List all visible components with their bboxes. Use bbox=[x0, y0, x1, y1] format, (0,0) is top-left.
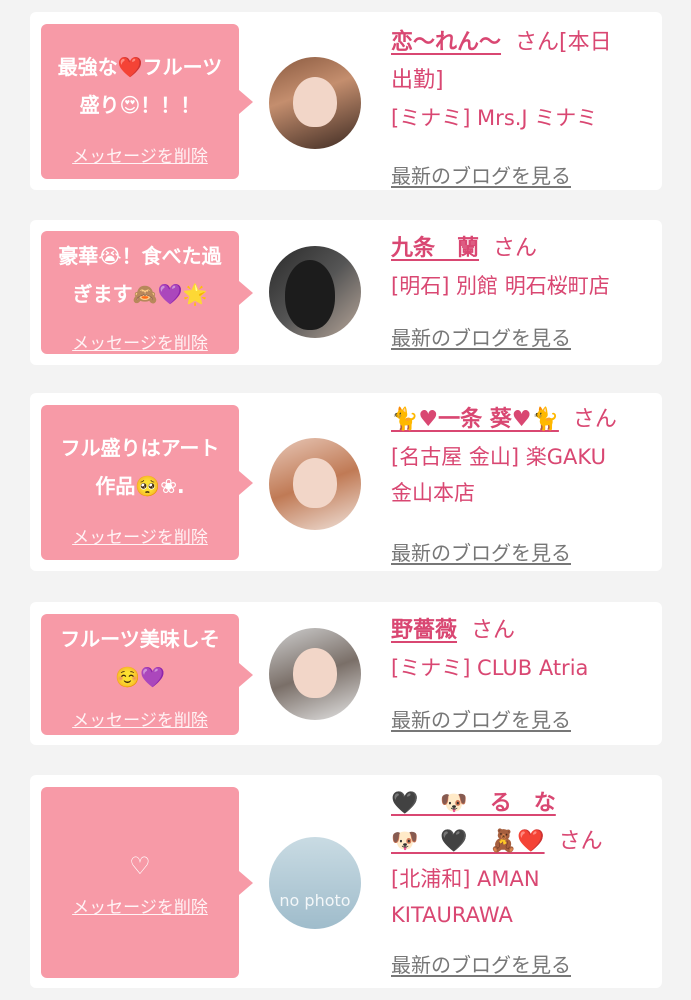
message-text: 最強な❤️フルーツ 盛り😍！！！ bbox=[49, 48, 231, 124]
blog-link[interactable]: 最新のブログを見る bbox=[391, 949, 571, 978]
message-card: フル盛りはアート 作品🥺❀. メッセージを削除 🐈♥一条 葵♥🐈 さん [名古屋 … bbox=[30, 393, 662, 571]
delete-message-link[interactable]: メッセージを削除 bbox=[41, 523, 239, 548]
shop-name-line-2: 金山本店 bbox=[391, 481, 475, 505]
shop-name-line-2: KITAURAWA bbox=[391, 903, 513, 927]
cast-name-link-2[interactable]: 🐶 🖤 🧸❤️ bbox=[391, 829, 545, 854]
shop-name: [ミナミ] Mrs.J ミナミ bbox=[391, 106, 598, 130]
avatar-face bbox=[285, 260, 335, 330]
shop-name: [ミナミ] CLUB Atria bbox=[391, 656, 589, 680]
message-line: フル盛りはアート bbox=[60, 436, 220, 460]
name-line-2: 🐶 🖤 🧸❤️ さん bbox=[391, 823, 652, 861]
name-line: 九条 蘭さん bbox=[391, 230, 652, 268]
cast-info: 九条 蘭さん [明石] 別館 明石桜町店 最新のブログを見る bbox=[391, 230, 652, 350]
message-line: ぎます🙈💜🌟 bbox=[72, 282, 208, 306]
honorific: さん bbox=[493, 236, 538, 261]
message-line: 盛り😍！！！ bbox=[79, 93, 201, 117]
message-bubble: 最強な❤️フルーツ 盛り😍！！！ メッセージを削除 bbox=[41, 24, 253, 179]
cast-info: 🐈♥一条 葵♥🐈 さん [名古屋 金山] 楽GAKU 金山本店 最新のブログを見る bbox=[391, 401, 652, 565]
avatar-face bbox=[293, 648, 337, 698]
cast-info: 🖤 🐶 る な 🐶 🖤 🧸❤️ さん [北浦和] AMAN KITAURAWA 最… bbox=[391, 785, 652, 977]
message-line: フルーツ美味しそ bbox=[60, 627, 220, 651]
message-line: 最強な❤️フルーツ bbox=[57, 55, 223, 79]
honorific: さん[本日 bbox=[515, 30, 612, 55]
delete-message-link[interactable]: メッセージを削除 bbox=[41, 329, 239, 354]
shop-name: [名古屋 金山] 楽GAKU bbox=[391, 445, 606, 469]
shop-name: [明石] 別館 明石桜町店 bbox=[391, 274, 610, 298]
cast-info: 野薔薇 さん [ミナミ] CLUB Atria 最新のブログを見る bbox=[391, 612, 652, 732]
message-line: ☺️💜 bbox=[115, 665, 165, 689]
message-text: フルーツ美味しそ ☺️💜 bbox=[49, 620, 231, 696]
name-line: 野薔薇 さん bbox=[391, 612, 652, 650]
blog-link[interactable]: 最新のブログを見る bbox=[391, 160, 571, 189]
cast-name-link[interactable]: 野薔薇 bbox=[391, 618, 457, 643]
name-line: 恋〜れん〜 さん[本日 bbox=[391, 24, 652, 62]
avatar[interactable] bbox=[269, 438, 361, 530]
honorific: さん bbox=[572, 407, 617, 432]
avatar[interactable] bbox=[269, 246, 361, 338]
message-text: 豪華😭！食べた過 ぎます🙈💜🌟 bbox=[49, 237, 231, 313]
message-bubble: フル盛りはアート 作品🥺❀. メッセージを削除 bbox=[41, 405, 253, 560]
honorific: さん bbox=[558, 829, 603, 854]
no-photo-label: no photo bbox=[279, 891, 351, 910]
cast-name-link[interactable]: 🐈♥一条 葵♥🐈 bbox=[391, 407, 559, 432]
honorific: さん bbox=[471, 618, 516, 643]
blog-link[interactable]: 最新のブログを見る bbox=[391, 537, 571, 566]
avatar[interactable] bbox=[269, 57, 361, 149]
message-card: 最強な❤️フルーツ 盛り😍！！！ メッセージを削除 恋〜れん〜 さん[本日 出勤]… bbox=[30, 12, 662, 190]
cast-name-link[interactable]: 恋〜れん〜 bbox=[391, 30, 501, 55]
message-card: ♡ メッセージを削除 no photo 🖤 🐶 る な 🐶 🖤 🧸❤️ さん [北… bbox=[30, 775, 662, 988]
message-line: 作品🥺❀. bbox=[95, 474, 185, 498]
blog-link[interactable]: 最新のブログを見る bbox=[391, 704, 571, 733]
blog-link[interactable]: 最新のブログを見る bbox=[391, 322, 571, 351]
message-line: 豪華😭！食べた過 bbox=[58, 244, 222, 268]
delete-message-link[interactable]: メッセージを削除 bbox=[41, 893, 239, 918]
name-line: 🐈♥一条 葵♥🐈 さん bbox=[391, 401, 652, 439]
avatar[interactable] bbox=[269, 628, 361, 720]
delete-message-link[interactable]: メッセージを削除 bbox=[41, 142, 239, 167]
message-text: フル盛りはアート 作品🥺❀. bbox=[49, 429, 231, 505]
message-bubble: 豪華😭！食べた過 ぎます🙈💜🌟 メッセージを削除 bbox=[41, 231, 253, 354]
avatar[interactable]: no photo bbox=[269, 837, 361, 929]
name-line-2: 出勤] bbox=[391, 68, 444, 93]
cast-info: 恋〜れん〜 さん[本日 出勤] [ミナミ] Mrs.J ミナミ 最新のブログを見る bbox=[391, 24, 652, 188]
avatar-face bbox=[293, 458, 337, 508]
shop-name: [北浦和] AMAN bbox=[391, 867, 540, 891]
message-bubble: フルーツ美味しそ ☺️💜 メッセージを削除 bbox=[41, 614, 253, 735]
message-card: 豪華😭！食べた過 ぎます🙈💜🌟 メッセージを削除 九条 蘭さん [明石] 別館 … bbox=[30, 220, 662, 365]
message-text: ♡ bbox=[129, 851, 151, 880]
cast-name-link[interactable]: 九条 蘭 bbox=[391, 236, 479, 261]
avatar-face bbox=[293, 77, 337, 127]
message-bubble: ♡ メッセージを削除 bbox=[41, 787, 253, 978]
message-card: フルーツ美味しそ ☺️💜 メッセージを削除 野薔薇 さん [ミナミ] CLUB A… bbox=[30, 602, 662, 745]
delete-message-link[interactable]: メッセージを削除 bbox=[41, 706, 239, 731]
name-line: 🖤 🐶 る な bbox=[391, 785, 652, 823]
cast-name-link[interactable]: 🖤 🐶 る な bbox=[391, 791, 556, 816]
